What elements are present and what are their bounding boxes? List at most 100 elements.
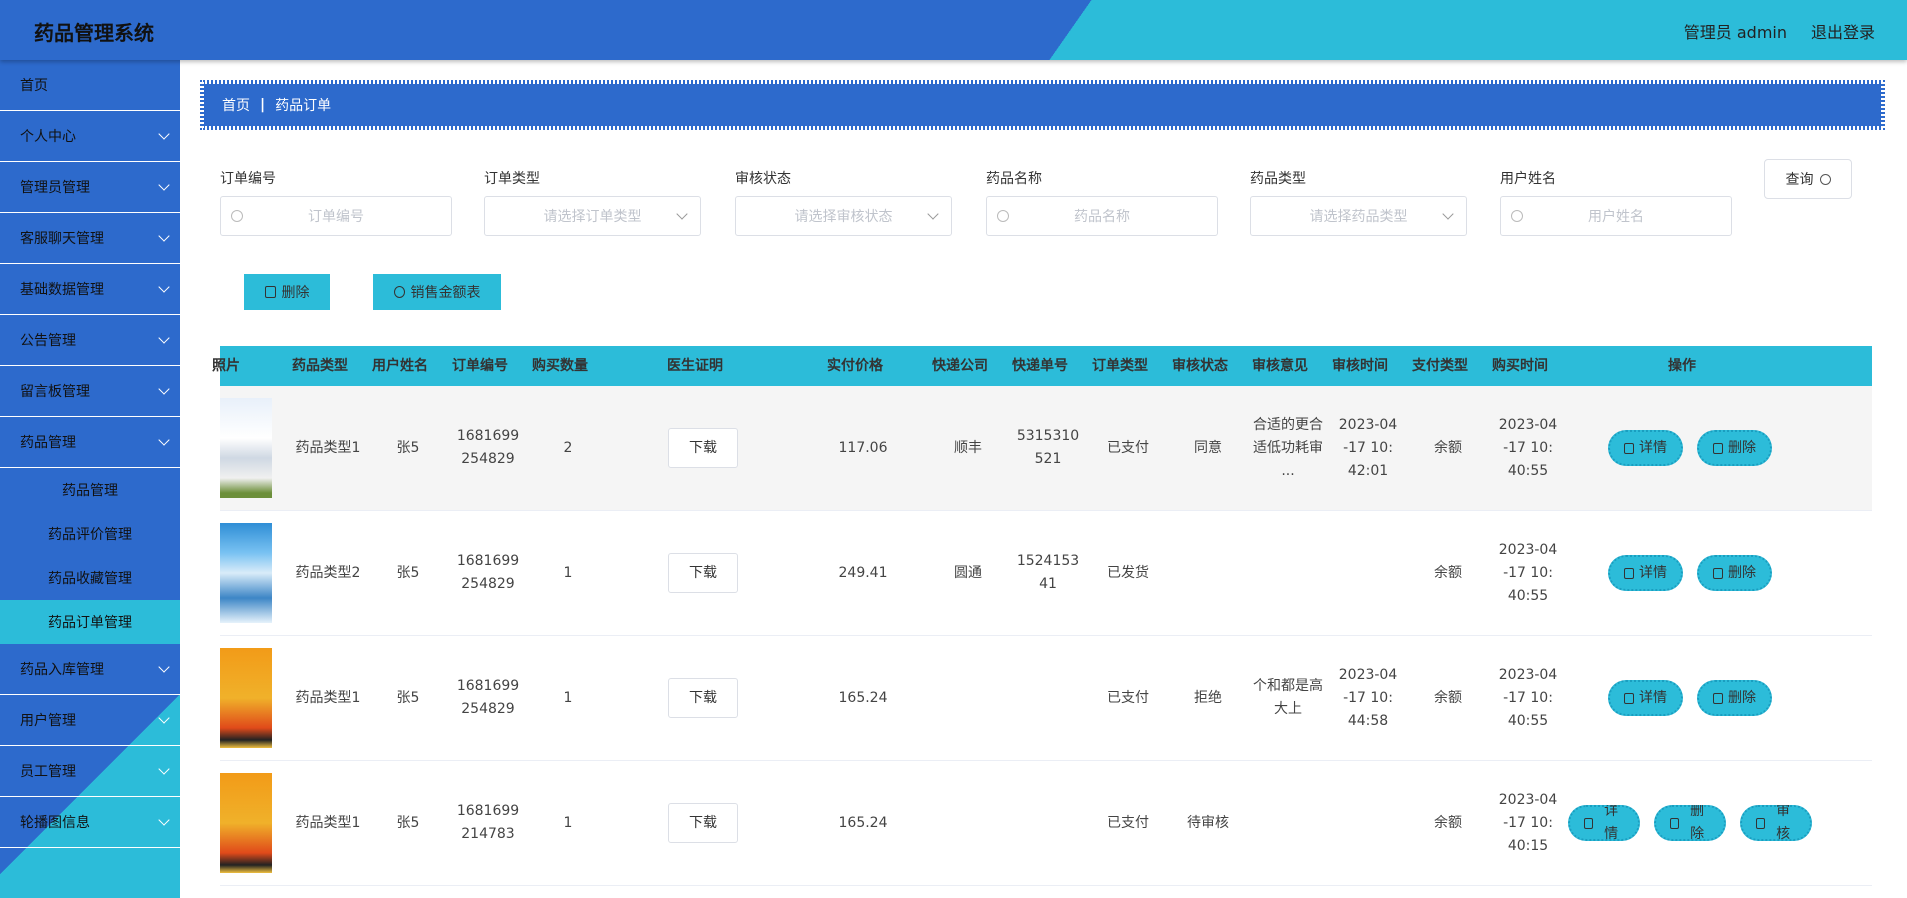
order-type-select[interactable]: 请选择订单类型 — [484, 196, 701, 236]
document-icon — [1624, 692, 1634, 704]
sidebar-item[interactable]: 客服聊天管理 — [0, 213, 180, 264]
sidebar-item[interactable]: 员工管理 — [0, 746, 180, 797]
column-header: 购买数量 — [532, 357, 588, 374]
cell-user-name: 张5 — [396, 564, 420, 581]
sidebar-item[interactable]: 管理员管理 — [0, 162, 180, 213]
cell-price: 165.24 — [838, 814, 888, 831]
cell-order-type: 已支付 — [1107, 439, 1149, 456]
chevron-down-icon — [158, 383, 170, 395]
query-button[interactable]: 查询 — [1764, 159, 1852, 199]
cell-order-type: 已支付 — [1107, 814, 1149, 831]
cell-pay-type: 余额 — [1434, 564, 1462, 581]
search-icon — [997, 210, 1009, 222]
cell-courier: 顺丰 — [954, 439, 982, 456]
detail-button[interactable]: 详情 — [1608, 430, 1683, 466]
sidebar-subitem[interactable]: 药品收藏管理 — [0, 556, 180, 600]
cell-photo — [220, 523, 288, 623]
cell-user-name: 张5 — [396, 439, 420, 456]
cell-buy-time: 2023-04 -17 10: 40:55 — [1498, 416, 1558, 479]
drug-photo[interactable] — [220, 773, 272, 873]
column-header: 操作 — [1668, 357, 1696, 374]
logout-link[interactable]: 退出登录 — [1811, 19, 1875, 43]
column-header: 支付类型 — [1412, 357, 1468, 374]
column-header: 审核状态 — [1172, 357, 1228, 374]
sidebar-menu: 首页 个人中心 管理员管理 客服聊天管理 基础数据管理 公告管理 留言板管理 药品管理 药品管理… — [0, 60, 180, 848]
drug-type-select[interactable]: 请选择药品类型 — [1250, 196, 1467, 236]
cell-price: 117.06 — [838, 439, 888, 456]
table-header: 照片 药品类型 用户姓名 订单编号 购买数量 医生证明 实付价格 快递公司 快递单号 订单类型 审核… — [212, 346, 1872, 386]
column-header: 订单类型 — [1092, 357, 1148, 374]
sidebar-item[interactable]: 药品入库管理 — [0, 644, 180, 695]
sidebar-item[interactable]: 首页 — [0, 60, 180, 111]
chevron-down-icon — [158, 763, 170, 775]
chevron-down-icon — [158, 332, 170, 344]
drug-name-input[interactable]: 药品名称 — [986, 196, 1218, 236]
cell-audit-opinion: 个和都是高 大上 — [1253, 678, 1323, 717]
download-button[interactable]: 下载 — [668, 428, 738, 468]
download-button[interactable]: 下载 — [668, 678, 738, 718]
column-header: 照片 — [212, 357, 240, 374]
sidebar-item[interactable]: 个人中心 — [0, 111, 180, 162]
drug-photo[interactable] — [220, 398, 272, 498]
audit-status-select[interactable]: 请选择审核状态 — [735, 196, 952, 236]
trash-icon — [1713, 692, 1723, 704]
column-header: 药品类型 — [292, 357, 348, 374]
sidebar-item[interactable]: 留言板管理 — [0, 366, 180, 417]
cell-audit-status: 待审核 — [1187, 814, 1229, 831]
sidebar-item-label: 药品管理 — [20, 435, 76, 451]
sidebar-item[interactable]: 基础数据管理 — [0, 264, 180, 315]
sidebar-item[interactable]: 轮播图信息 — [0, 797, 180, 848]
audit-button[interactable]: 审核 — [1740, 805, 1812, 841]
cell-audit-time: 2023-04 -17 10: 42:01 — [1338, 416, 1398, 479]
delete-button[interactable]: 删除 — [1654, 805, 1726, 841]
table-row: 药品类型2 张5 1681699 254829 1 下载 249.41 圆通 1524153 … — [220, 511, 1872, 636]
search-icon — [231, 210, 243, 222]
cell-operations: 详情 删除 — [1568, 430, 1812, 466]
sidebar-item[interactable]: 公告管理 — [0, 315, 180, 366]
cell-courier: 圆通 — [954, 564, 982, 581]
drug-photo[interactable] — [220, 648, 272, 748]
sales-chart-button[interactable]: 销售金额表 — [373, 274, 501, 310]
download-button[interactable]: 下载 — [668, 553, 738, 593]
cell-user-name: 张5 — [396, 814, 420, 831]
pie-chart-icon — [393, 286, 405, 298]
delete-button[interactable]: 删除 — [1697, 680, 1772, 716]
sidebar-subitem[interactable]: 药品订单管理 — [0, 600, 180, 644]
sidebar: 首页 个人中心 管理员管理 客服聊天管理 基础数据管理 公告管理 留言板管理 药品管理 药品管理… — [0, 60, 180, 898]
detail-button[interactable]: 详情 — [1608, 555, 1683, 591]
column-header: 实付价格 — [827, 357, 883, 374]
chevron-down-icon — [158, 434, 170, 446]
cell-pay-type: 余额 — [1434, 439, 1462, 456]
delete-button[interactable]: 删除 — [1697, 555, 1772, 591]
cell-user-name: 张5 — [396, 689, 420, 706]
column-header: 审核意见 — [1252, 357, 1308, 374]
detail-button[interactable]: 详情 — [1568, 805, 1640, 841]
cell-doctor-cert: 下载 — [608, 803, 798, 843]
column-header: 审核时间 — [1332, 357, 1388, 374]
order-no-input[interactable]: 订单编号 — [220, 196, 452, 236]
sidebar-item[interactable]: 药品管理 — [0, 417, 180, 468]
cell-pay-type: 余额 — [1434, 814, 1462, 831]
breadcrumb-current: 药品订单 — [275, 98, 332, 114]
sidebar-item-label: 基础数据管理 — [20, 282, 104, 298]
user-name-input[interactable]: 用户姓名 — [1500, 196, 1732, 236]
delete-button[interactable]: 删除 — [1697, 430, 1772, 466]
chevron-down-icon — [927, 208, 939, 220]
current-user: 管理员 admin — [1683, 23, 1787, 42]
drug-photo[interactable] — [220, 523, 272, 623]
sidebar-subitem[interactable]: 药品管理 — [0, 468, 180, 512]
download-button[interactable]: 下载 — [668, 803, 738, 843]
breadcrumb-home[interactable]: 首页 — [222, 95, 250, 115]
cell-drug-type: 药品类型1 — [295, 439, 361, 456]
detail-button[interactable]: 详情 — [1608, 680, 1683, 716]
sidebar-item[interactable]: 用户管理 — [0, 695, 180, 746]
cell-tracking-no: 5315310 521 — [1016, 428, 1080, 467]
sidebar-item-label: 员工管理 — [20, 764, 76, 780]
batch-delete-button[interactable]: 删除 — [244, 274, 330, 310]
sidebar-subitem[interactable]: 药品评价管理 — [0, 512, 180, 556]
chevron-down-icon — [158, 179, 170, 191]
chevron-down-icon — [158, 661, 170, 673]
table-body: 药品类型1 张5 1681699 254829 2 下载 117.06 顺丰 5315310 … — [220, 386, 1872, 886]
filter-order-type-label: 订单类型 — [484, 171, 540, 187]
cell-drug-type: 药品类型2 — [295, 564, 361, 581]
